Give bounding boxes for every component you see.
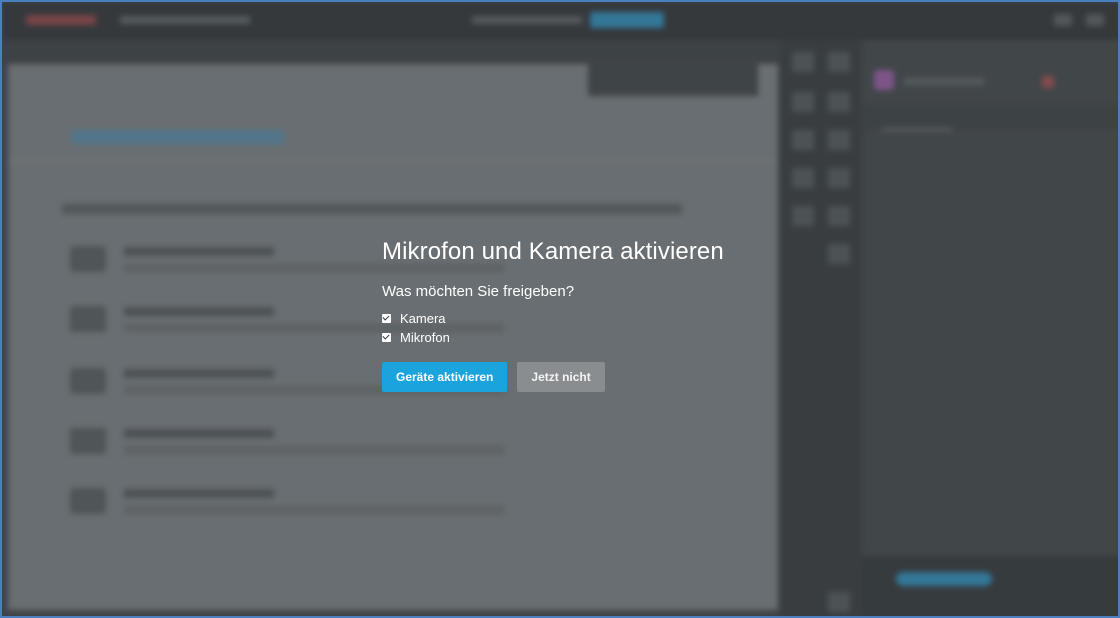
device-permission-dialog: Mikrofon und Kamera aktivieren Was möcht… (382, 238, 782, 392)
option-camera[interactable]: Kamera (382, 309, 782, 328)
dialog-question: Was möchten Sie freigeben? (382, 283, 575, 300)
option-microphone[interactable]: Mikrofon (382, 328, 782, 347)
dialog-buttons: Geräte aktivieren Jetzt nicht (382, 362, 782, 392)
dialog-title: Mikrofon und Kamera aktivieren (382, 238, 724, 265)
checkbox-checked-icon[interactable] (382, 314, 391, 323)
app-window: Mikrofon und Kamera aktivieren Was möcht… (0, 0, 1120, 618)
option-camera-label: Kamera (400, 311, 446, 326)
enable-devices-button[interactable]: Geräte aktivieren (382, 362, 508, 392)
option-microphone-label: Mikrofon (400, 330, 450, 345)
not-now-button[interactable]: Jetzt nicht (517, 362, 605, 392)
checkbox-checked-icon[interactable] (382, 333, 391, 342)
